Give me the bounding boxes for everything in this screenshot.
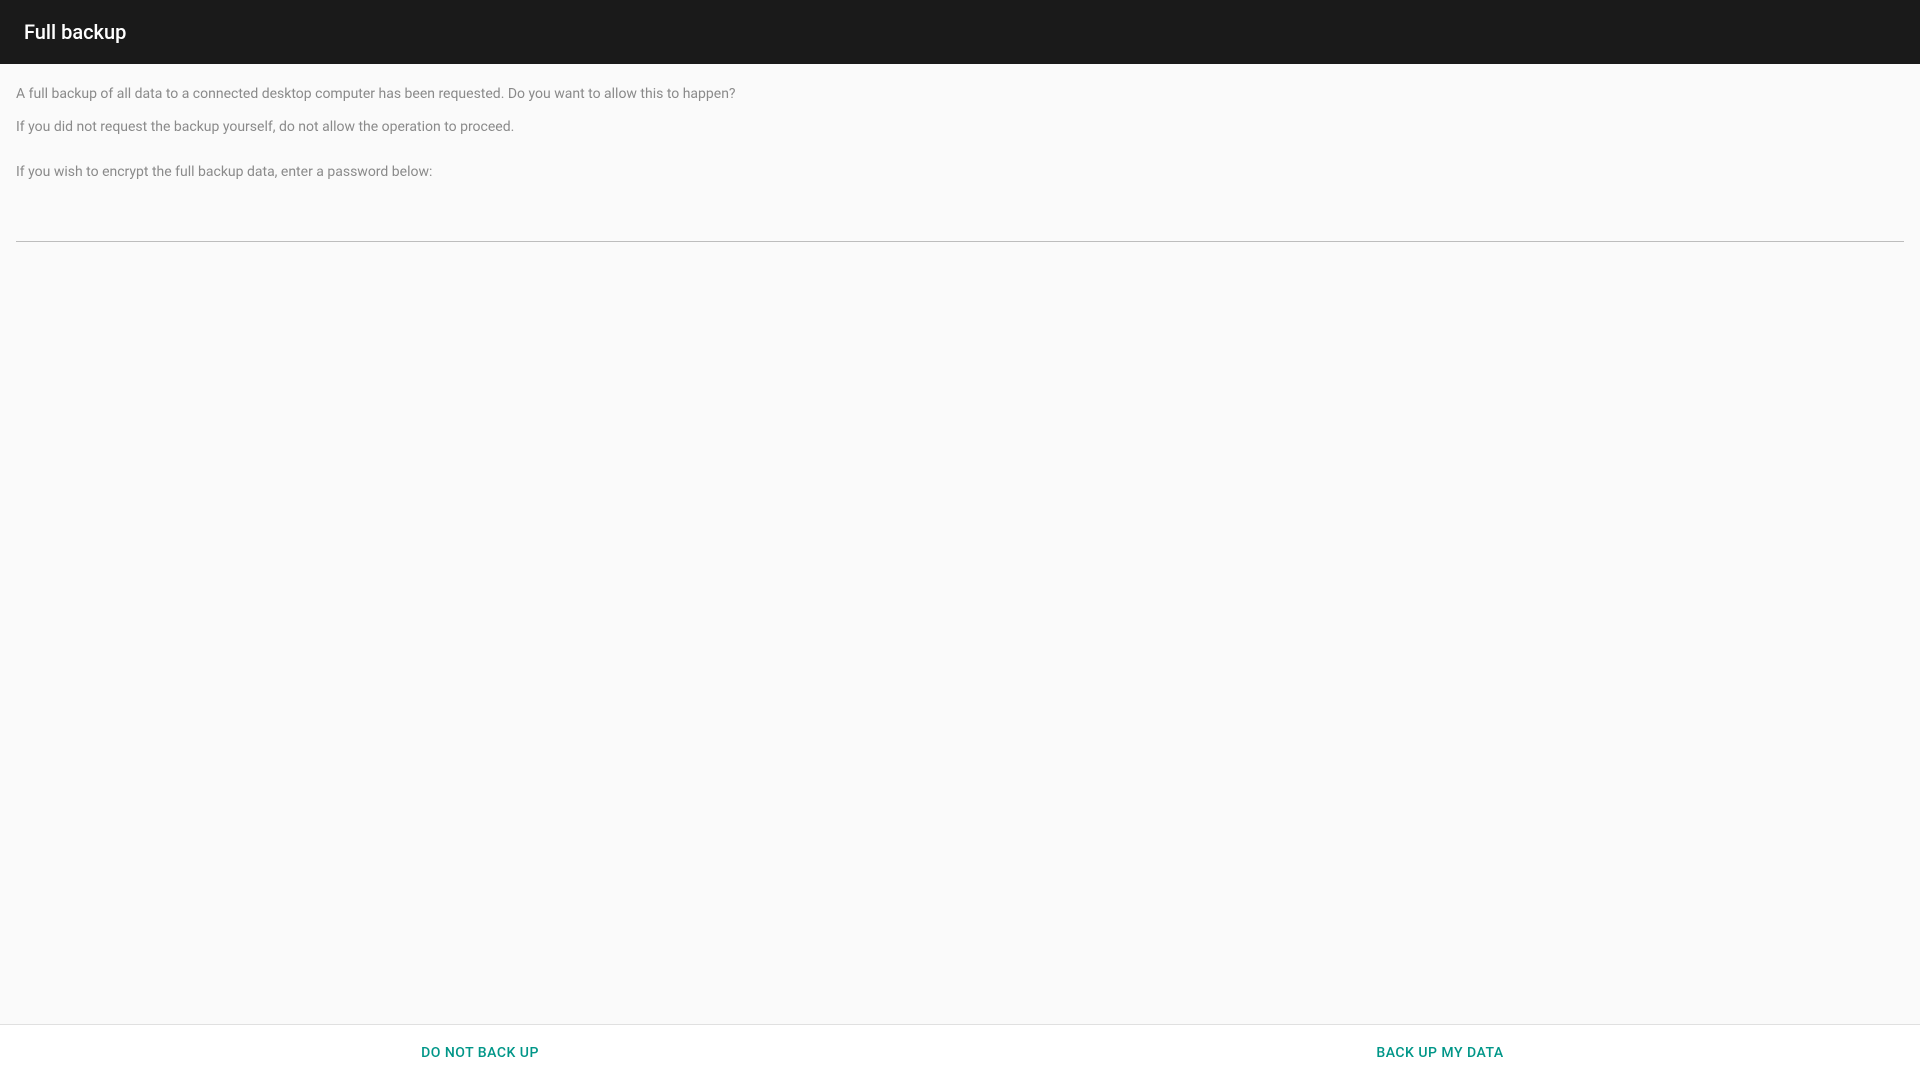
main-content: A full backup of all data to a connected… — [0, 64, 1920, 1024]
encryption-password-input[interactable] — [16, 207, 1904, 242]
page-title: Full backup — [24, 20, 126, 44]
allow-container: Back up my data — [960, 1033, 1920, 1073]
do-not-back-up-button[interactable]: Do not back up — [405, 1033, 555, 1073]
deny-container: Do not back up — [0, 1033, 960, 1073]
backup-request-text: A full backup of all data to a connected… — [16, 84, 1904, 105]
action-footer: Do not back up Back up my data — [0, 1024, 1920, 1080]
encrypt-prompt-text: If you wish to encrypt the full backup d… — [16, 162, 1904, 183]
back-up-my-data-button[interactable]: Back up my data — [1360, 1033, 1519, 1073]
backup-warning-text: If you did not request the backup yourse… — [16, 117, 1904, 138]
app-header: Full backup — [0, 0, 1920, 64]
